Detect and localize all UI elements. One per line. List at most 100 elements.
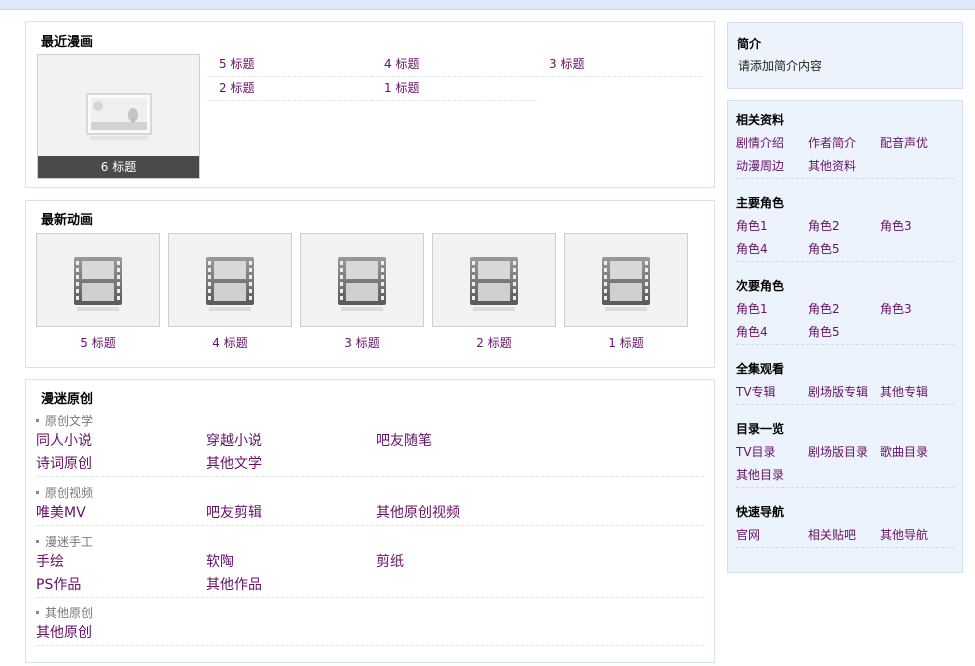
sidebar-link[interactable]: 配音声优 — [880, 132, 952, 155]
original-works-panel: 漫迷原创 原创文学 同人小说 穿越小说 吧友随笔诗词原创 其他文学原创视频 唯美MV 吧友剪… — [25, 379, 715, 663]
anime-thumbnail[interactable] — [564, 233, 688, 327]
intro-panel: 简介 请添加简介内容 — [727, 22, 963, 89]
featured-comic-thumbnail[interactable]: 6 标题 — [37, 54, 200, 179]
bullet-icon — [36, 418, 39, 422]
anime-item[interactable]: 2 标题 — [432, 233, 556, 351]
original-link[interactable]: 其他文学 — [206, 453, 376, 476]
original-group-heading: 原创视频 — [36, 484, 704, 502]
list-item[interactable]: 5 标题 — [207, 53, 372, 77]
sidebar-link[interactable]: 动漫周边 — [736, 155, 808, 178]
anime-item[interactable]: 3 标题 — [300, 233, 424, 351]
anime-thumbnail[interactable] — [300, 233, 424, 327]
sidebar-link[interactable]: 角色4 — [736, 238, 808, 261]
original-link[interactable]: 手绘 — [36, 551, 206, 574]
featured-comic-caption[interactable]: 6 标题 — [38, 156, 199, 178]
list-item[interactable]: 4 标题 — [372, 53, 537, 77]
sidebar-link[interactable]: TV目录 — [736, 441, 808, 464]
sidebar-section: 次要角色角色1 角色2 角色3 角色4 角色5 — [736, 274, 954, 345]
original-link[interactable]: PS作品 — [36, 574, 206, 597]
original-group-heading: 漫迷手工 — [36, 533, 704, 551]
anime-item[interactable]: 4 标题 — [168, 233, 292, 351]
sidebar-link[interactable]: 其他目录 — [736, 464, 808, 487]
sidebar-link[interactable]: 角色2 — [808, 215, 880, 238]
film-strip-icon — [602, 257, 650, 311]
sidebar-link[interactable]: 角色1 — [736, 298, 808, 321]
original-link[interactable]: 吧友随笔 — [376, 430, 546, 453]
sidebar-link[interactable]: 相关贴吧 — [808, 524, 880, 547]
bullet-icon — [36, 490, 39, 494]
sidebar-link[interactable]: 角色2 — [808, 298, 880, 321]
original-group: 原创视频 唯美MV 吧友剪辑 其他原创视频 — [36, 484, 704, 526]
sidebar-link[interactable]: 剧场版专辑 — [808, 381, 880, 404]
sidebar-link[interactable]: 角色3 — [880, 298, 952, 321]
sidebar-link[interactable]: 角色4 — [736, 321, 808, 344]
original-link[interactable]: 诗词原创 — [36, 453, 206, 476]
original-link[interactable]: 其他原创 — [36, 622, 206, 645]
sidebar-link[interactable]: 作者简介 — [808, 132, 880, 155]
film-strip-icon — [74, 257, 122, 311]
original-group-heading: 原创文学 — [36, 412, 704, 430]
sidebar-link[interactable]: 官网 — [736, 524, 808, 547]
sidebar-section: 快速导航官网 相关贴吧 其他导航 — [736, 500, 954, 548]
sidebar-section: 目录一览 TV目录 剧场版目录 歌曲目录其他目录 — [736, 417, 954, 488]
latest-anime-panel: 最新动画 5 标题 4 标题 3 标题 2 标题 1 标题 — [25, 200, 715, 368]
sidebar-section-title: 主要角色 — [736, 196, 785, 210]
anime-thumbnail[interactable] — [168, 233, 292, 327]
original-group-heading: 其他原创 — [36, 604, 704, 622]
sidebar-link[interactable]: 剧情介绍 — [736, 132, 808, 155]
original-link[interactable]: 其他原创视频 — [376, 502, 546, 525]
anime-title-link[interactable]: 5 标题 — [36, 334, 160, 351]
list-item[interactable]: 3 标题 — [537, 53, 702, 77]
bullet-icon — [36, 539, 39, 543]
sidebar-link[interactable]: 剧场版目录 — [808, 441, 880, 464]
recent-comics-panel: 最近漫画 6 标题 5 标题 4 标题 3 标题 2 标题 1 标题 — [25, 21, 715, 188]
latest-anime-title: 最新动画 — [41, 213, 94, 228]
image-placeholder-icon — [86, 93, 152, 140]
sidebar-section-title: 目录一览 — [736, 422, 785, 436]
sidebar-section: 相关资料剧情介绍 作者简介 配音声优动漫周边 其他资料 — [736, 108, 954, 179]
list-item[interactable]: 2 标题 — [207, 77, 372, 101]
sidebar-section: 主要角色角色1 角色2 角色3 角色4 角色5 — [736, 191, 954, 262]
anime-thumbnail[interactable] — [432, 233, 556, 327]
original-link[interactable]: 其他作品 — [206, 574, 376, 597]
sidebar-link[interactable]: 歌曲目录 — [880, 441, 952, 464]
original-group: 漫迷手工 手绘 软陶 剪纸 PS作品 其他作品 — [36, 533, 704, 598]
anime-title-link[interactable]: 1 标题 — [564, 334, 688, 351]
sidebar-section-title: 快速导航 — [736, 505, 785, 519]
recent-comics-list: 5 标题 4 标题 3 标题 2 标题 1 标题 — [207, 53, 703, 101]
original-link[interactable]: 剪纸 — [376, 551, 546, 574]
sidebar-link[interactable]: 角色5 — [808, 238, 880, 261]
anime-title-link[interactable]: 2 标题 — [432, 334, 556, 351]
sidebar-link[interactable]: 角色3 — [880, 215, 952, 238]
original-works-title: 漫迷原创 — [41, 392, 94, 407]
top-bar — [0, 0, 975, 10]
sidebar-section: 全集观看 TV专辑 剧场版专辑 其他专辑 — [736, 357, 954, 405]
original-link[interactable]: 同人小说 — [36, 430, 206, 453]
sidebar-link[interactable]: 其他专辑 — [880, 381, 952, 404]
anime-title-link[interactable]: 3 标题 — [300, 334, 424, 351]
film-strip-icon — [470, 257, 518, 311]
intro-title: 简介 — [737, 37, 762, 51]
anime-thumbnail[interactable] — [36, 233, 160, 327]
sidebar-link[interactable]: 角色5 — [808, 321, 880, 344]
sidebar-link[interactable]: 角色1 — [736, 215, 808, 238]
original-link[interactable]: 软陶 — [206, 551, 376, 574]
sidebar-panel: 相关资料 剧情介绍 作者简介 配音声优 动漫周边 其他资料 主要角色 角色1 角色2 角色3 角色4… — [727, 100, 963, 573]
sidebar-link[interactable]: 其他资料 — [808, 155, 880, 178]
sidebar-section-title: 相关资料 — [736, 113, 785, 127]
list-item[interactable]: 1 标题 — [372, 77, 537, 101]
original-group: 原创文学 同人小说 穿越小说 吧友随笔诗词原创 其他文学 — [36, 412, 704, 477]
original-link[interactable]: 穿越小说 — [206, 430, 376, 453]
original-link[interactable]: 吧友剪辑 — [206, 502, 376, 525]
anime-title-link[interactable]: 4 标题 — [168, 334, 292, 351]
bullet-icon — [36, 610, 39, 614]
anime-item[interactable]: 1 标题 — [564, 233, 688, 351]
sidebar-section-title: 全集观看 — [736, 362, 785, 376]
sidebar-link[interactable]: TV专辑 — [736, 381, 808, 404]
recent-comics-title: 最近漫画 — [41, 35, 94, 50]
sidebar-section-title: 次要角色 — [736, 279, 785, 293]
anime-item[interactable]: 5 标题 — [36, 233, 160, 351]
sidebar-link[interactable]: 其他导航 — [880, 524, 952, 547]
original-link[interactable]: 唯美MV — [36, 502, 206, 525]
film-strip-icon — [206, 257, 254, 311]
